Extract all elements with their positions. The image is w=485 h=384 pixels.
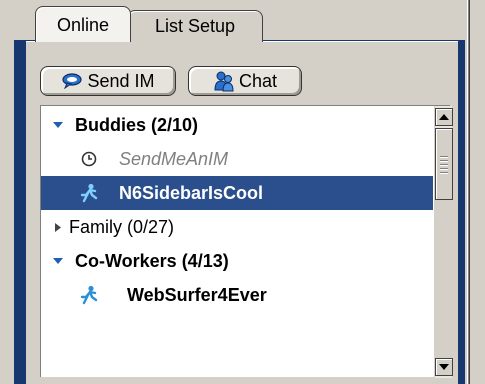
group-label: Co-Workers (4/13) [75,250,229,271]
online-panel: Send IM Chat Buddies (2/10) SendMeAnIM N… [26,41,458,384]
buddy-name: N6SidebarIsCool [119,182,264,203]
scroll-thumb[interactable] [435,128,453,200]
scroll-track[interactable] [435,200,453,358]
buddy-name: SendMeAnIM [119,148,229,169]
buddy-list[interactable]: Buddies (2/10) SendMeAnIM N6SidebarIsCoo… [40,105,453,378]
chat-label: Chat [238,70,278,91]
thumb-grip [440,167,448,169]
expand-triangle-icon[interactable] [51,121,65,129]
group-row-buddies[interactable]: Buddies (2/10) [41,108,433,142]
arrow-down-icon [439,364,449,370]
expand-triangle-icon[interactable] [51,257,65,265]
group-label: Family (0/27) [69,216,175,237]
send-im-label: Send IM [87,70,155,91]
tab-label: Online [56,15,110,35]
thumb-grip [440,155,448,157]
group-row-family[interactable]: Family (0/27) [41,210,433,244]
scroll-up-button[interactable] [435,108,453,126]
group-row-co-workers[interactable]: Co-Workers (4/13) [41,244,433,278]
chat-button[interactable]: Chat [188,66,302,96]
buddy-row-n6sidebariscool[interactable]: N6SidebarIsCool [41,176,433,210]
thumb-grip [440,159,448,161]
vertical-scrollbar[interactable] [434,106,453,378]
collapsed-triangle-icon[interactable] [53,222,63,233]
buddy-row-websurfer4ever[interactable]: WebSurfer4Ever [41,278,433,312]
window-edge [469,0,485,384]
people-icon [213,70,235,92]
running-man-icon [77,285,101,305]
tab-list-setup[interactable]: List Setup [127,10,263,42]
thumb-grip [440,171,448,173]
send-im-button[interactable]: Send IM [40,66,176,96]
thumb-grip [440,163,448,165]
tab-online[interactable]: Online [35,6,131,42]
clock-icon [79,151,99,167]
buddy-row-sendmeanim[interactable]: SendMeAnIM [41,142,433,176]
running-man-icon [77,183,101,203]
speech-bubble-icon [61,73,83,89]
buddy-name: WebSurfer4Ever [127,284,267,305]
arrow-up-icon [439,114,449,120]
group-label: Buddies (2/10) [75,114,199,135]
scroll-down-button[interactable] [435,358,453,376]
tab-label: List Setup [154,16,236,36]
